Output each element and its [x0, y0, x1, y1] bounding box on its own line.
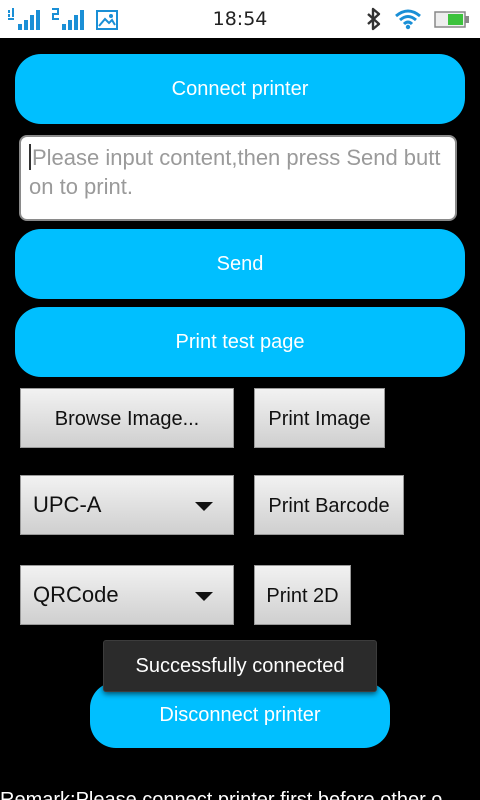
bluetooth-icon [366, 7, 382, 35]
browse-image-button[interactable]: Browse Image... [20, 388, 234, 448]
connect-printer-button[interactable]: Connect printer [15, 54, 465, 124]
content-input[interactable]: Please input content,then press Send but… [19, 135, 457, 221]
screen: 18:54 Connect printer Please input conte… [0, 0, 480, 800]
status-bar: 18:54 [0, 0, 480, 38]
code-2d-type-dropdown[interactable]: QRCode [20, 565, 234, 625]
barcode-type-value: UPC-A [33, 492, 102, 517]
status-right-icons [366, 7, 470, 35]
toast-message: Successfully connected [103, 640, 377, 692]
print-test-page-button[interactable]: Print test page [15, 307, 465, 377]
chevron-down-icon [195, 592, 213, 601]
content-input-placeholder: Please input content,then press Send but… [29, 145, 441, 199]
remark-text: Remark:Please connect printer first befo… [0, 789, 443, 800]
code-2d-type-value: QRCode [33, 582, 119, 607]
barcode-type-dropdown[interactable]: UPC-A [20, 475, 234, 535]
text-caret [29, 144, 31, 170]
print-barcode-button[interactable]: Print Barcode [254, 475, 404, 535]
wifi-icon [394, 8, 422, 34]
battery-icon [434, 9, 470, 33]
send-button[interactable]: Send [15, 229, 465, 299]
chevron-down-icon [195, 502, 213, 511]
print-image-button[interactable]: Print Image [254, 388, 385, 448]
print-2d-button[interactable]: Print 2D [254, 565, 351, 625]
